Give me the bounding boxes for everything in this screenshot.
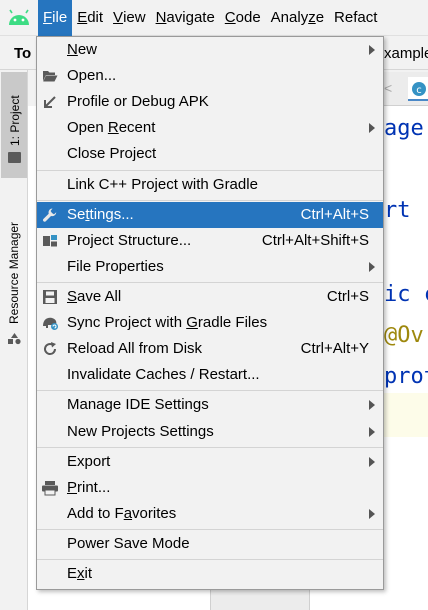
menu-item-manage-ide-settings[interactable]: Manage IDE Settings — [37, 392, 383, 418]
project-structure-icon — [41, 232, 59, 250]
project-name[interactable]: To — [14, 45, 31, 62]
menu-item-reload-from-disk[interactable]: Reload All from Disk Ctrl+Alt+Y — [37, 336, 383, 362]
menu-code[interactable]: Code — [220, 0, 266, 36]
menu-separator — [37, 529, 383, 530]
printer-icon — [41, 479, 59, 497]
menu-item-power-save-mode[interactable]: Power Save Mode — [37, 531, 383, 557]
submenu-arrow-icon — [369, 123, 375, 133]
menu-separator — [37, 282, 383, 283]
menu-item-add-to-favorites[interactable]: Add to Favorites — [37, 501, 383, 527]
menu-item-link-cpp-project[interactable]: Link C++ Project with Gradle — [37, 172, 383, 198]
resource-manager-tab[interactable]: Resource Manager — [1, 186, 27, 346]
menu-item-exit[interactable]: Exit — [37, 561, 383, 587]
resource-icon — [8, 332, 21, 345]
submenu-arrow-icon — [369, 45, 375, 55]
code-line: ic c — [384, 282, 428, 307]
menu-item-print[interactable]: Print... — [37, 475, 383, 501]
menu-item-close-project[interactable]: Close Project — [37, 141, 383, 167]
submenu-arrow-icon — [369, 427, 375, 437]
submenu-arrow-icon — [369, 457, 375, 467]
submenu-arrow-icon — [369, 509, 375, 519]
editor-tab-active[interactable]: c — [408, 77, 428, 101]
menu-view[interactable]: View — [108, 0, 151, 36]
shortcut-label: Ctrl+Alt+Shift+S — [261, 232, 369, 249]
menu-file[interactable]: File — [38, 0, 73, 36]
arrow-down-left-icon — [41, 93, 59, 111]
resource-manager-label: Resource Manager — [7, 221, 21, 324]
project-tab-label: 1: Project — [8, 95, 22, 146]
code-line: age — [384, 116, 424, 141]
current-line-highlight — [384, 393, 428, 437]
menu-navigate[interactable]: Navigate — [151, 0, 220, 36]
shortcut-label: Ctrl+Alt+S — [300, 206, 369, 223]
code-line: rt — [384, 198, 411, 223]
android-icon — [0, 0, 38, 36]
menu-bar: File Edit View Navigate Code Analy z e Ref… — [0, 0, 428, 36]
file-menu-dropdown: New Open... Profile or Debug APK Open Re… — [36, 36, 384, 590]
sync-elephant-icon — [41, 314, 59, 332]
menu-item-settings[interactable]: Settings... Ctrl+Alt+S — [37, 202, 383, 228]
menu-item-invalidate-caches[interactable]: Invalidate Caches / Restart... — [37, 362, 383, 388]
menu-item-new[interactable]: New — [37, 37, 383, 63]
menu-item-open[interactable]: Open... — [37, 63, 383, 89]
folder-open-icon — [41, 67, 59, 85]
menu-separator — [37, 559, 383, 560]
menu-item-open-recent[interactable]: Open Recent — [37, 115, 383, 141]
project-tool-tab[interactable]: 1: Project — [1, 72, 27, 178]
shortcut-label: Ctrl+S — [326, 288, 369, 305]
save-icon — [41, 288, 59, 306]
menu-separator — [37, 390, 383, 391]
submenu-arrow-icon — [369, 262, 375, 272]
menu-refactor[interactable]: Refact — [329, 0, 382, 36]
menu-item-project-structure[interactable]: Project Structure... Ctrl+Alt+Shift+S — [37, 228, 383, 254]
menu-separator — [37, 200, 383, 201]
menu-analyze[interactable]: Analy z e — [266, 0, 329, 36]
wrench-icon — [41, 206, 59, 224]
menu-item-sync-gradle[interactable]: Sync Project with Gradle Files — [37, 310, 383, 336]
svg-text:c: c — [416, 85, 422, 96]
menu-item-profile-debug-apk[interactable]: Profile or Debug APK — [37, 89, 383, 115]
code-line: prot — [384, 364, 428, 389]
code-line: @Ov — [384, 323, 424, 348]
menu-item-new-projects-settings[interactable]: New Projects Settings — [37, 419, 383, 445]
reload-icon — [41, 340, 59, 358]
shortcut-label: Ctrl+Alt+Y — [300, 340, 369, 357]
menu-separator — [37, 447, 383, 448]
menu-separator — [37, 170, 383, 171]
class-file-icon: c — [412, 82, 426, 96]
tab-scroll-left-icon[interactable]: < — [384, 80, 392, 96]
menu-edit[interactable]: Edit — [72, 0, 108, 36]
submenu-arrow-icon — [369, 400, 375, 410]
breadcrumb[interactable]: xample — [384, 45, 428, 62]
menu-item-save-all[interactable]: Save All Ctrl+S — [37, 284, 383, 310]
menu-item-file-properties[interactable]: File Properties — [37, 254, 383, 280]
folder-icon — [8, 152, 21, 163]
menu-item-export[interactable]: Export — [37, 449, 383, 475]
